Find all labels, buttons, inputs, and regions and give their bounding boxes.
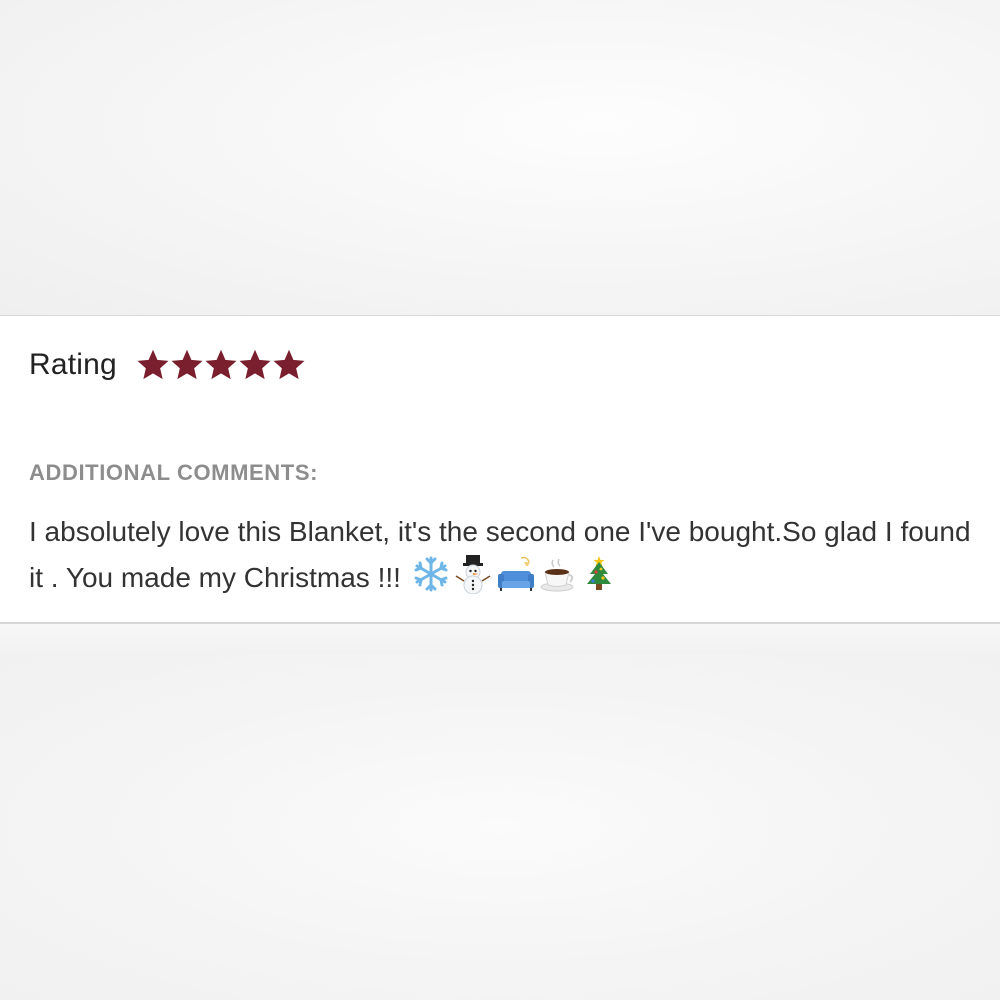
star-rating xyxy=(137,349,305,381)
background-top xyxy=(0,0,1000,315)
star-icon xyxy=(205,349,237,381)
rating-label: Rating xyxy=(29,348,117,381)
snowflake-emoji xyxy=(411,554,451,594)
hot-beverage-emoji xyxy=(537,554,577,594)
card-shadow xyxy=(0,624,1000,654)
christmas-tree-emoji xyxy=(579,554,619,594)
additional-comments-heading: ADDITIONAL COMMENTS: xyxy=(29,460,319,485)
star-icon xyxy=(171,349,203,381)
couch-and-lamp-emoji xyxy=(495,554,535,594)
star-icon xyxy=(137,349,169,381)
star-icon xyxy=(273,349,305,381)
review-comment: I absolutely love this Blanket, it's the… xyxy=(29,510,979,600)
snowman-emoji xyxy=(453,554,493,594)
rating-row: Rating xyxy=(29,345,305,385)
background-bottom xyxy=(0,653,1000,1000)
star-icon xyxy=(239,349,271,381)
